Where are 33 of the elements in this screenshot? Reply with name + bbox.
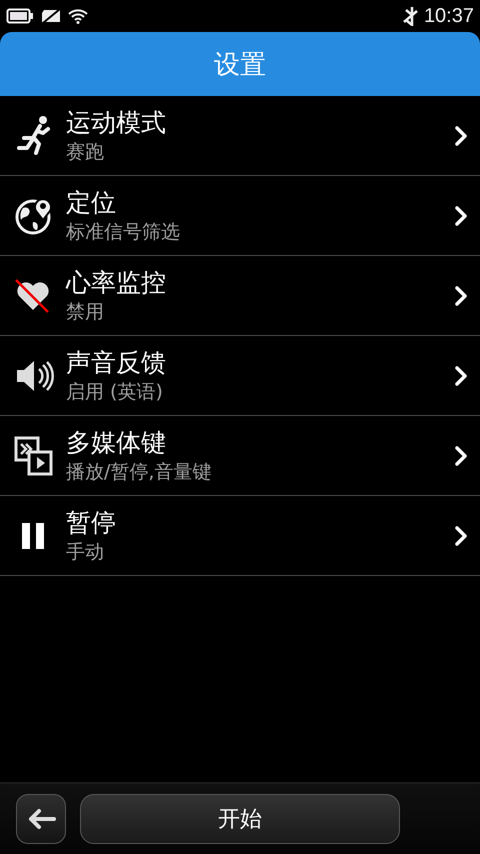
chevron-icon xyxy=(454,524,468,546)
back-button[interactable] xyxy=(16,794,66,844)
no-sim-icon xyxy=(40,7,62,25)
status-time: 10:37 xyxy=(424,4,474,28)
item-title: 声音反馈 xyxy=(66,346,167,378)
item-title: 运动模式 xyxy=(66,106,167,138)
item-value: 手动 xyxy=(66,540,105,564)
chevron-icon xyxy=(454,284,468,306)
start-button[interactable]: 开始 xyxy=(80,794,400,844)
chevron-icon xyxy=(454,444,468,466)
settings-item[interactable]: 运动模式 赛跑 xyxy=(0,96,480,176)
chevron-icon xyxy=(454,204,468,226)
chevron-icon xyxy=(454,364,468,386)
settings-item[interactable]: 声音反馈 启用 (英语) xyxy=(0,336,480,416)
page-title: 设置 xyxy=(214,48,266,82)
item-title: 多媒体键 xyxy=(66,426,167,458)
settings-item[interactable]: 定位 标准信号筛选 xyxy=(0,176,480,256)
item-title: 暂停 xyxy=(66,506,117,538)
item-value: 启用 (英语) xyxy=(66,380,164,404)
wifi-icon xyxy=(68,8,88,24)
item-value: 赛跑 xyxy=(66,140,105,164)
settings-item[interactable]: 心率监控 禁用 xyxy=(0,256,480,336)
chevron-icon xyxy=(454,124,468,146)
item-value: 标准信号筛选 xyxy=(66,220,181,244)
item-value: 禁用 xyxy=(66,300,105,324)
settings-item[interactable]: 多媒体键 播放/暂停,音量键 xyxy=(0,416,480,496)
item-value: 播放/暂停,音量键 xyxy=(66,460,212,484)
item-title: 定位 xyxy=(66,186,117,218)
back-arrow-icon xyxy=(26,808,56,830)
settings-item[interactable]: 暂停 手动 xyxy=(0,496,480,576)
bluetooth-off-icon xyxy=(402,6,418,26)
item-title: 心率监控 xyxy=(66,266,167,298)
battery-icon xyxy=(6,7,34,25)
